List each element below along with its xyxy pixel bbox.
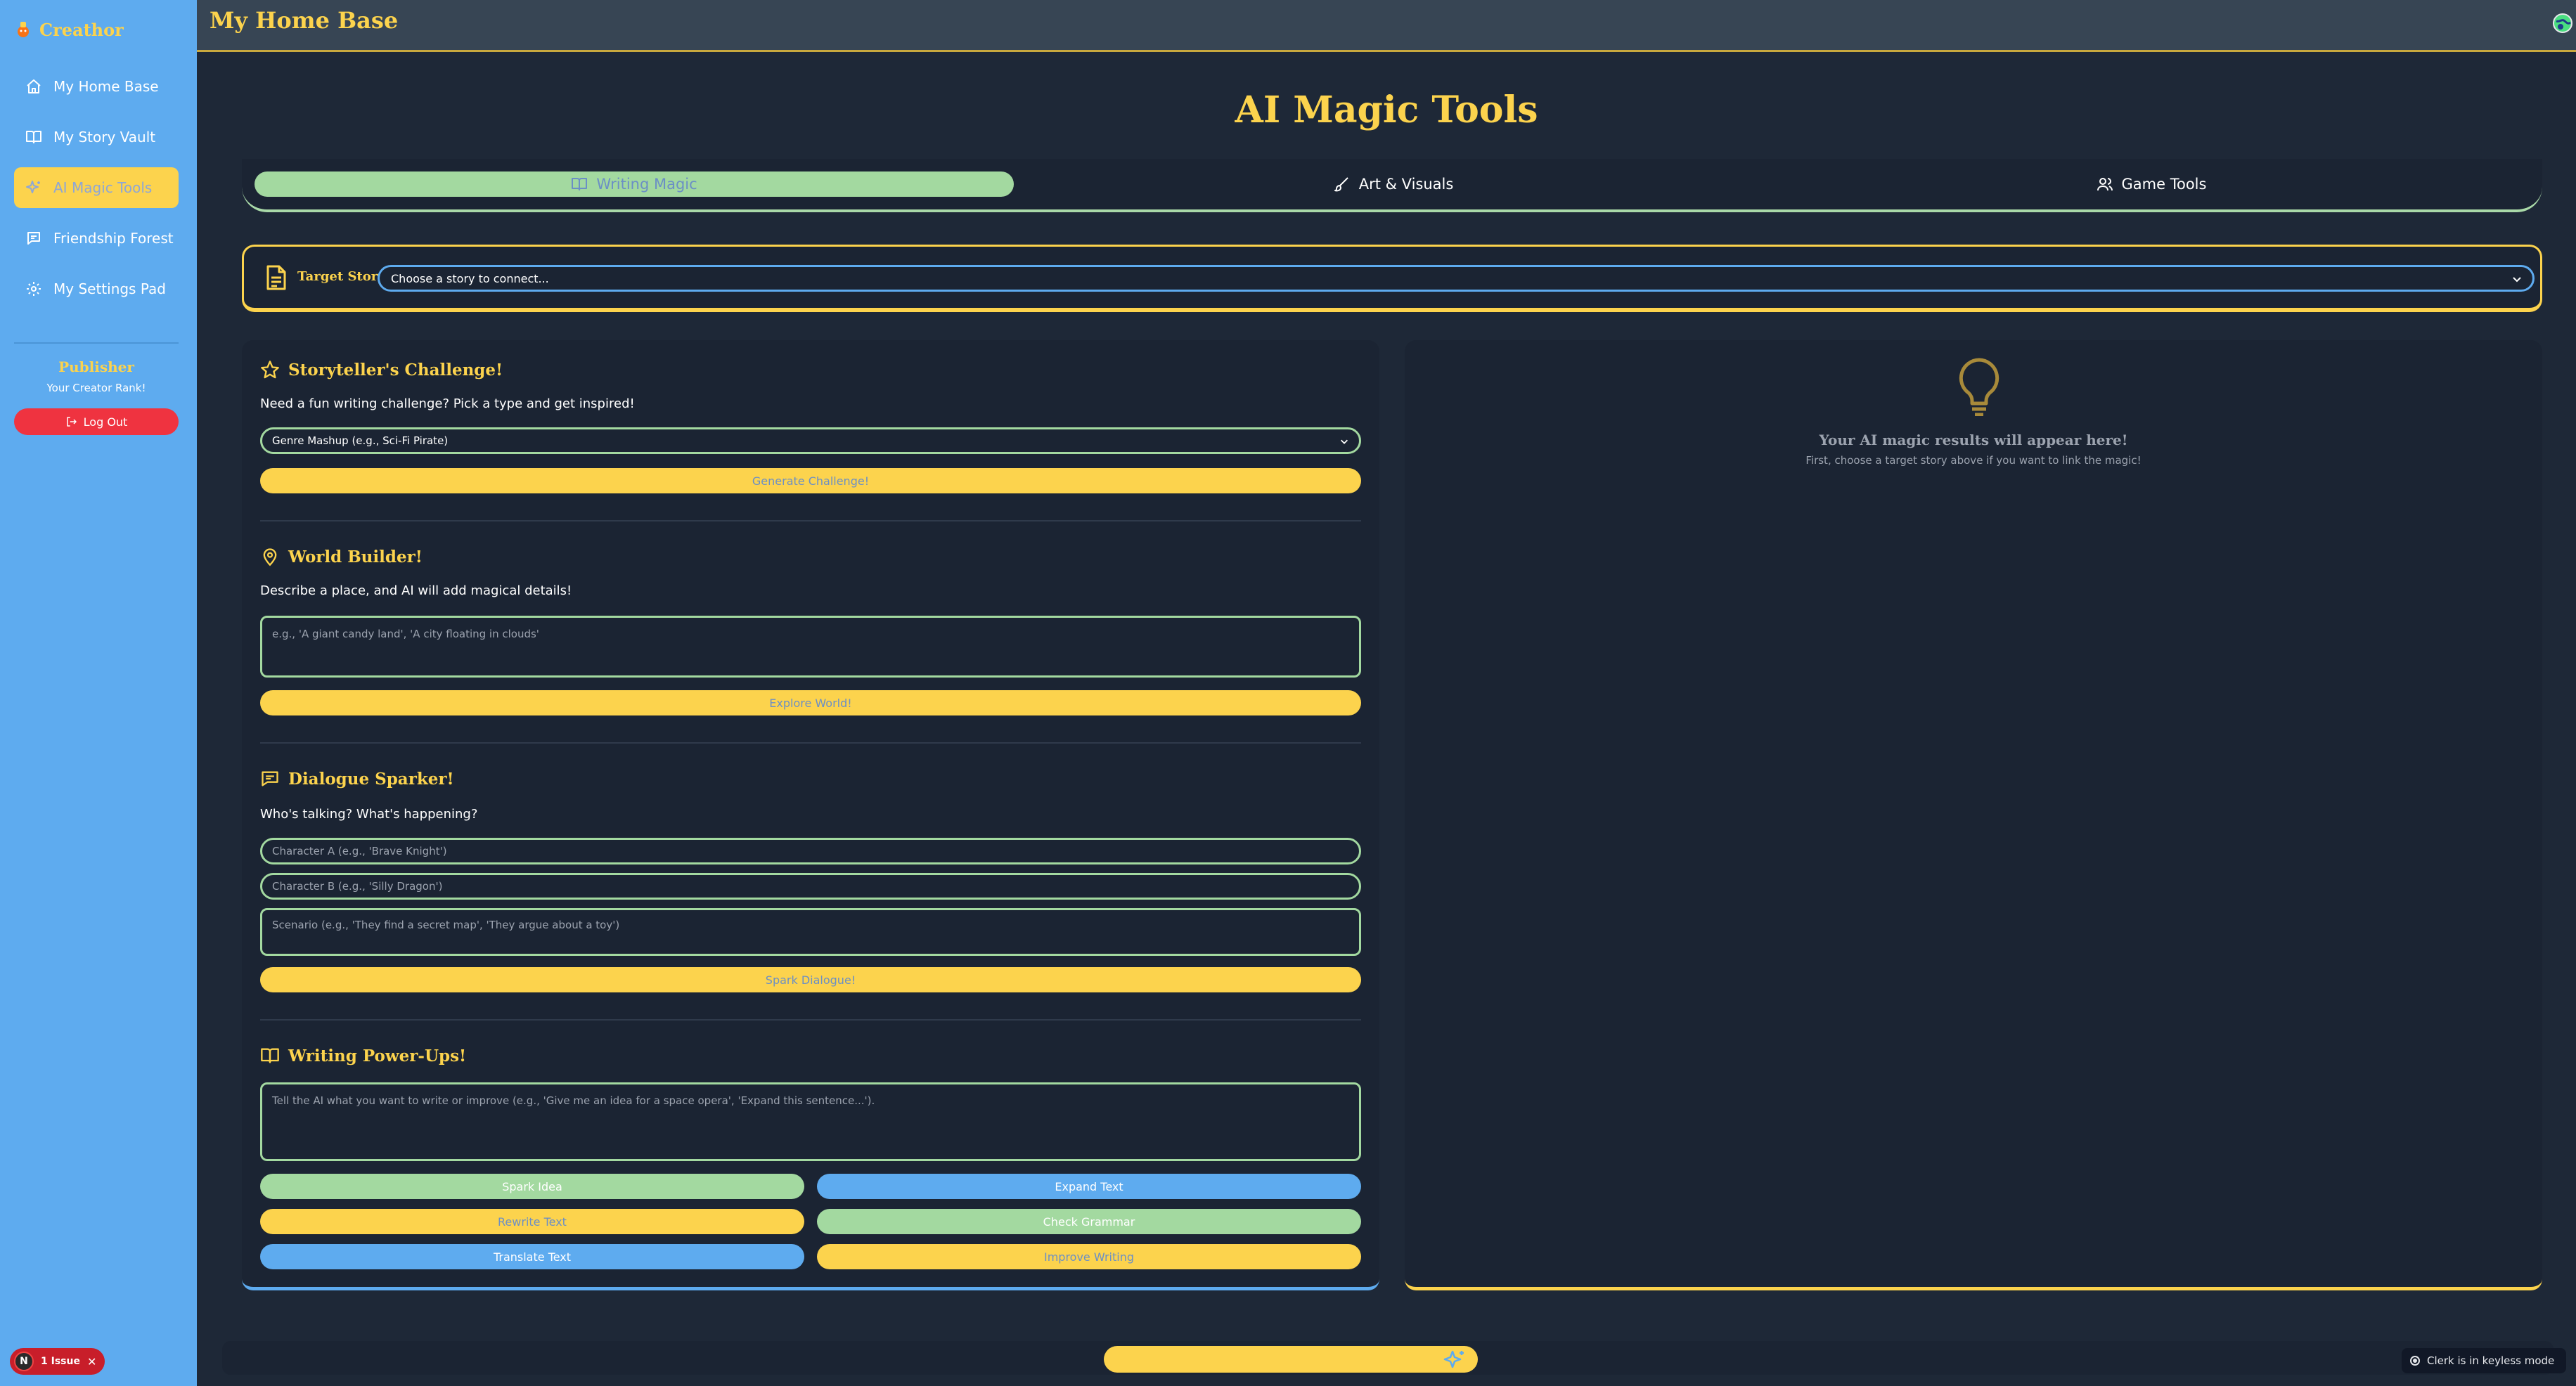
scenario-textarea[interactable]: Scenario (e.g., 'They find a secret map'…: [260, 908, 1361, 956]
book-icon: [26, 131, 41, 143]
message-icon: [262, 771, 278, 786]
translate-text-button[interactable]: Translate Text: [260, 1244, 804, 1269]
target-story-select[interactable]: Choose a story to connect...: [378, 265, 2535, 292]
chat-icon: [27, 232, 40, 245]
powerups-title: Writing Power-Ups!: [288, 1046, 467, 1066]
target-story-value: Choose a story to connect...: [391, 271, 549, 285]
check-grammar-button[interactable]: Check Grammar: [817, 1209, 1361, 1234]
sidebar: Creathor My Home Base My Story Vault AI …: [0, 0, 197, 1386]
map-pin-icon: [263, 548, 277, 566]
document-icon: [266, 265, 286, 290]
chevron-down-icon: [2513, 277, 2521, 283]
magic-action-button[interactable]: [1104, 1346, 1478, 1373]
target-story-panel: Target Story: Choose a story to connect.…: [242, 245, 2542, 312]
writing-tools-panel: Storyteller's Challenge! Need a fun writ…: [242, 340, 1379, 1290]
brand-logo[interactable]: Creathor: [13, 14, 124, 45]
dialogue-description: Who's talking? What's happening?: [260, 807, 478, 822]
top-bar: My Home Base: [197, 0, 2576, 52]
results-title: Your AI magic results will appear here!: [1819, 432, 2128, 448]
dialogue-title: Dialogue Sparker!: [288, 769, 454, 789]
sidebar-item-friendship-forest[interactable]: Friendship Forest: [14, 218, 179, 259]
sparkles-icon: [26, 181, 40, 193]
close-icon[interactable]: ✕: [87, 1355, 96, 1368]
home-icon: [27, 79, 41, 93]
brand-icon: [18, 22, 29, 37]
brush-icon: [1334, 177, 1348, 192]
challenge-type-value: Genre Mashup (e.g., Sci-Fi Pirate): [272, 434, 449, 447]
tool-tabs: Writing Magic Art & Visuals Game Tools: [242, 159, 2542, 212]
book-open-icon: [261, 1048, 279, 1063]
sparkles-icon: [1443, 1350, 1464, 1368]
powerups-placeholder: Tell the AI what you want to write or im…: [272, 1094, 875, 1107]
character-b-placeholder: Character B (e.g., 'Silly Dragon'): [272, 880, 443, 893]
dialogue-heading: Dialogue Sparker!: [260, 769, 454, 789]
issues-label: 1 Issue: [41, 1356, 80, 1367]
chevron-down-icon: [1341, 439, 1348, 444]
results-subtitle: First, choose a target story above if yo…: [1805, 454, 2142, 467]
challenge-title: Storyteller's Challenge!: [288, 360, 503, 380]
generate-challenge-button[interactable]: Generate Challenge!: [260, 468, 1361, 493]
sidebar-item-story-vault[interactable]: My Story Vault: [14, 117, 179, 157]
character-a-input[interactable]: Character A (e.g., 'Brave Knight'): [260, 838, 1361, 864]
lightbulb-icon: [1959, 358, 1999, 416]
challenge-type-select[interactable]: Genre Mashup (e.g., Sci-Fi Pirate): [260, 427, 1361, 454]
character-a-placeholder: Character A (e.g., 'Brave Knight'): [272, 845, 447, 857]
logout-icon: [66, 417, 77, 427]
challenge-description: Need a fun writing challenge? Pick a typ…: [260, 396, 635, 411]
tab-label: Art & Visuals: [1358, 176, 1454, 193]
clerk-label: Clerk is in keyless mode: [2427, 1354, 2555, 1367]
character-b-input[interactable]: Character B (e.g., 'Silly Dragon'): [260, 873, 1361, 900]
logout-label: Log Out: [83, 415, 128, 429]
powerups-textarea[interactable]: Tell the AI what you want to write or im…: [260, 1082, 1361, 1161]
brand-name: Creathor: [39, 19, 124, 40]
results-panel: Your AI magic results will appear here! …: [1405, 340, 2542, 1290]
logout-button[interactable]: Log Out: [14, 408, 179, 435]
page-title: AI Magic Tools: [1235, 89, 1538, 131]
sidebar-divider: [14, 342, 179, 344]
star-icon: [261, 361, 279, 379]
clerk-keyless-badge[interactable]: Clerk is in keyless mode: [2402, 1348, 2566, 1373]
sidebar-item-label: My Home Base: [53, 78, 159, 95]
creator-rank-title: Publisher: [58, 358, 134, 375]
tab-writing-magic[interactable]: Writing Magic: [255, 171, 1014, 197]
tab-label: Writing Magic: [596, 176, 697, 193]
sidebar-item-ai-magic-tools[interactable]: AI Magic Tools: [14, 167, 179, 208]
header-title: My Home Base: [210, 7, 399, 34]
sidebar-item-label: Friendship Forest: [53, 230, 174, 247]
tab-game-tools[interactable]: Game Tools: [1773, 171, 2530, 197]
expand-text-button[interactable]: Expand Text: [817, 1174, 1361, 1199]
users-icon: [2097, 178, 2113, 191]
section-divider: [260, 1019, 1361, 1021]
user-avatar[interactable]: [2552, 13, 2573, 34]
explore-world-button[interactable]: Explore World!: [260, 690, 1361, 715]
powerups-heading: Writing Power-Ups!: [260, 1046, 466, 1066]
scenario-placeholder: Scenario (e.g., 'They find a secret map'…: [272, 919, 620, 931]
improve-writing-button[interactable]: Improve Writing: [817, 1244, 1361, 1269]
world-description-textarea[interactable]: e.g., 'A giant candy land', 'A city floa…: [260, 616, 1361, 678]
world-builder-description: Describe a place, and AI will add magica…: [260, 583, 572, 598]
sidebar-item-label: AI Magic Tools: [53, 179, 153, 196]
clerk-icon: [2410, 1356, 2420, 1366]
spark-idea-button[interactable]: Spark Idea: [260, 1174, 804, 1199]
world-builder-title: World Builder!: [288, 547, 423, 566]
section-divider: [260, 520, 1361, 522]
challenge-heading: Storyteller's Challenge!: [260, 360, 503, 380]
sidebar-item-label: My Story Vault: [53, 129, 156, 145]
tab-art-visuals[interactable]: Art & Visuals: [1014, 171, 1773, 197]
issues-badge[interactable]: N 1 Issue ✕: [10, 1348, 105, 1375]
tab-label: Game Tools: [2121, 176, 2207, 193]
world-builder-heading: World Builder!: [260, 547, 423, 566]
rewrite-text-button[interactable]: Rewrite Text: [260, 1209, 804, 1234]
world-placeholder: e.g., 'A giant candy land', 'A city floa…: [272, 628, 539, 640]
gear-icon: [27, 282, 41, 296]
target-story-label: Target Story:: [297, 269, 390, 284]
sidebar-item-label: My Settings Pad: [53, 280, 166, 297]
creator-rank-subtitle: Your Creator Rank!: [46, 382, 146, 394]
sidebar-item-settings[interactable]: My Settings Pad: [14, 268, 179, 309]
issues-avatar: N: [14, 1352, 34, 1371]
spark-dialogue-button[interactable]: Spark Dialogue!: [260, 967, 1361, 992]
sidebar-item-home[interactable]: My Home Base: [14, 66, 179, 107]
book-icon: [572, 178, 588, 190]
section-divider: [260, 742, 1361, 744]
